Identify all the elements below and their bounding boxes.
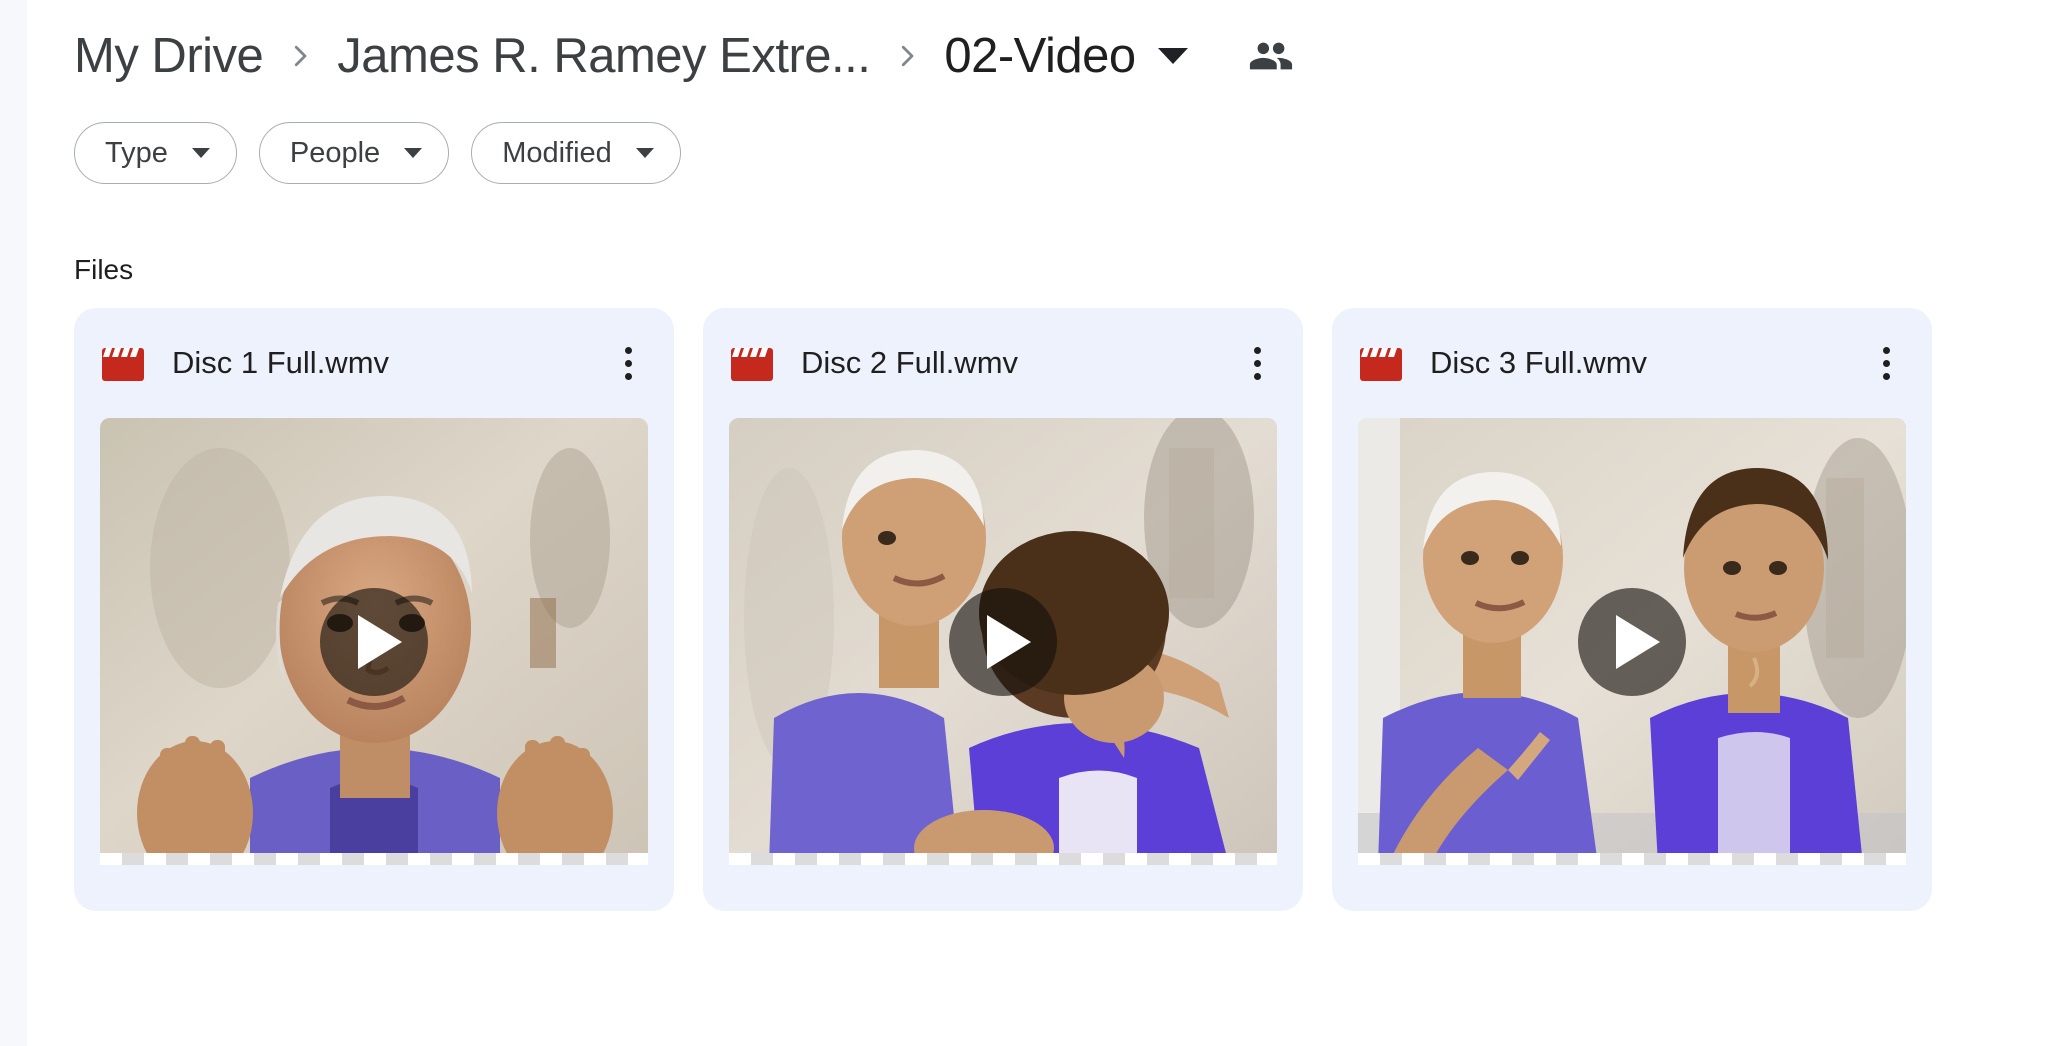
filter-chip-people-label: People: [289, 136, 381, 169]
sidebar-edge-strip: [0, 0, 27, 1046]
file-thumbnail[interactable]: [100, 418, 648, 865]
file-thumbnail[interactable]: [729, 418, 1277, 865]
filter-chip-type-label: Type: [105, 136, 168, 169]
drive-content-area: My Drive James R. Ramey Extre... 02-Vide…: [27, 0, 2048, 1046]
file-thumbnail[interactable]: [1358, 418, 1906, 865]
people-shared-icon[interactable]: [1248, 33, 1294, 79]
file-card[interactable]: Disc 1 Full.wmv: [74, 308, 674, 911]
video-clapperboard-icon: [731, 345, 773, 381]
thumbnail-loading-strip: [100, 853, 648, 865]
file-card-grid: Disc 1 Full.wmv Disc 2 Full.wmv Disc 3 F…: [27, 308, 2048, 911]
filter-chip-modified[interactable]: Modified: [471, 122, 681, 184]
file-card-title: Disc 2 Full.wmv: [801, 345, 1019, 380]
thumbnail-loading-strip: [1358, 853, 1906, 865]
video-clapperboard-icon: [102, 345, 144, 381]
caret-down-icon: [191, 148, 210, 158]
filter-chip-modified-label: Modified: [502, 136, 612, 169]
file-card-title: Disc 3 Full.wmv: [1430, 345, 1648, 380]
more-vert-icon[interactable]: [606, 341, 650, 385]
chevron-right-icon: [285, 41, 315, 71]
filter-chip-type[interactable]: Type: [74, 122, 237, 184]
files-section-label: Files: [74, 254, 134, 285]
more-vert-icon[interactable]: [1235, 341, 1279, 385]
play-triangle-icon[interactable]: [320, 587, 428, 696]
breadcrumb-item-my-drive[interactable]: My Drive: [74, 28, 264, 84]
thumbnail-loading-strip: [729, 853, 1277, 865]
filter-chip-people[interactable]: People: [258, 122, 450, 184]
file-card-header: Disc 2 Full.wmv: [703, 308, 1303, 418]
caret-down-icon[interactable]: [1157, 48, 1188, 64]
play-triangle-icon[interactable]: [1578, 587, 1686, 696]
file-card-header: Disc 3 Full.wmv: [1332, 308, 1932, 418]
play-triangle-icon[interactable]: [949, 587, 1057, 696]
more-vert-icon[interactable]: [1864, 341, 1908, 385]
chevron-right-icon-2: [892, 41, 922, 71]
filter-chip-row: Type People Modified: [27, 122, 2048, 184]
file-card-title: Disc 1 Full.wmv: [172, 345, 390, 380]
file-card[interactable]: Disc 2 Full.wmv: [703, 308, 1303, 911]
video-clapperboard-icon: [1360, 345, 1402, 381]
file-card[interactable]: Disc 3 Full.wmv: [1332, 308, 1932, 911]
caret-down-icon: [404, 148, 423, 158]
breadcrumb-item-folder[interactable]: James R. Ramey Extre...: [337, 28, 871, 84]
breadcrumb: My Drive James R. Ramey Extre... 02-Vide…: [27, 0, 2048, 112]
breadcrumb-item-current[interactable]: 02-Video: [944, 28, 1136, 84]
file-card-header: Disc 1 Full.wmv: [74, 308, 674, 418]
caret-down-icon: [635, 148, 654, 158]
